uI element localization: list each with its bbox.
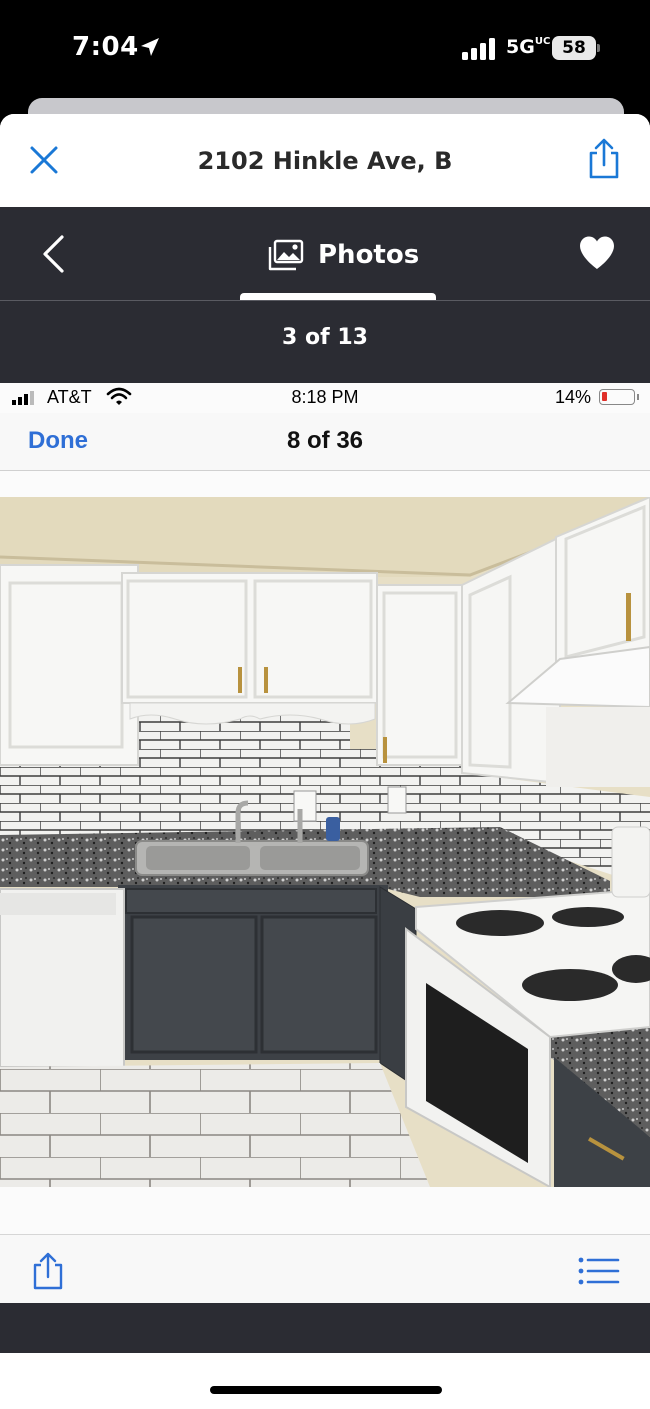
embedded-nav: Done 8 of 36	[0, 413, 650, 471]
chevron-left-icon[interactable]	[38, 233, 68, 275]
photo-counter: 3 of 13	[282, 325, 368, 350]
battery-tip	[597, 44, 600, 52]
sheet-header: 2102 Hinkle Ave, B	[0, 114, 650, 207]
status-bar: 7:04 5GUC 58	[0, 0, 650, 96]
home-indicator[interactable]	[210, 1386, 442, 1394]
heart-icon[interactable]	[578, 235, 616, 271]
location-arrow-icon	[141, 38, 159, 56]
tab-indicator	[240, 293, 436, 300]
embedded-battery-percent: 14%	[555, 387, 592, 407]
embedded-toolbar	[0, 1234, 650, 1303]
photo-sheet: 2102 Hinkle Ave, B Photos 3 of 13 AT&T 8…	[0, 114, 650, 1409]
tab-photos-label: Photos	[318, 240, 420, 270]
kitchen-photo	[0, 497, 650, 1187]
photos-nav-bar: Photos	[0, 207, 650, 300]
embedded-status-bar: AT&T 8:18 PM 14%	[0, 383, 650, 413]
battery-icon: 58	[552, 36, 596, 60]
home-area	[0, 1353, 650, 1409]
page-title: 2102 Hinkle Ave, B	[197, 147, 453, 175]
listing-photo[interactable]: AT&T 8:18 PM 14% Done 8 of 36	[0, 383, 650, 1303]
signal-icon	[462, 38, 495, 60]
share-icon[interactable]	[586, 138, 622, 180]
photo-counter-bar: 3 of 13	[0, 301, 650, 383]
share-icon	[33, 1252, 63, 1290]
bottom-bar	[0, 1303, 650, 1353]
battery-icon	[599, 389, 635, 405]
battery-tip	[637, 394, 639, 400]
embedded-time: 8:18 PM	[291, 387, 359, 407]
embedded-count: 8 of 36	[286, 427, 364, 454]
photos-icon	[268, 239, 304, 271]
list-icon	[578, 1257, 620, 1285]
network-type: 5GUC	[506, 36, 551, 58]
tab-photos[interactable]: Photos	[268, 237, 419, 273]
status-time: 7:04	[72, 32, 139, 62]
